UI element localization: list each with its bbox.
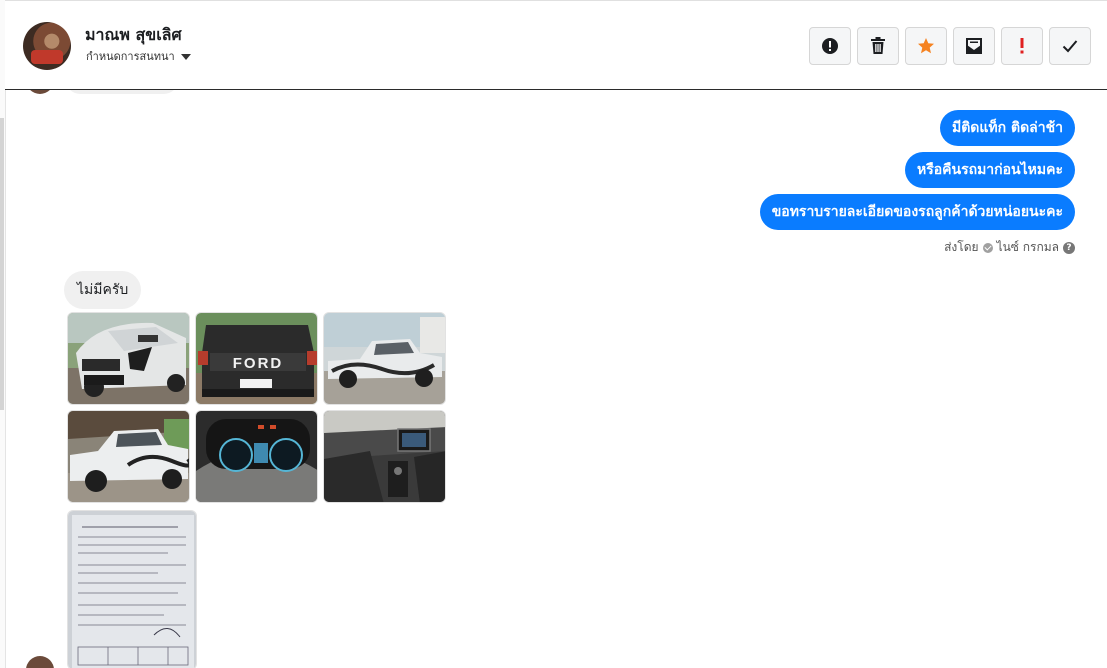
exclamation-icon bbox=[1020, 38, 1024, 54]
avatar[interactable] bbox=[23, 22, 71, 70]
plate-brand-text: FORD bbox=[233, 355, 284, 372]
sent-by-name: ไนซ์ กรกมล bbox=[996, 240, 1059, 254]
incoming-message-bubble bbox=[66, 90, 178, 94]
conversation-header: มาณพ สุขเลิศ กำหนดการสนทนา bbox=[5, 0, 1107, 90]
photo-document[interactable] bbox=[67, 510, 197, 668]
mark-spam-button[interactable] bbox=[809, 27, 851, 65]
photo-pickup-side[interactable] bbox=[323, 312, 446, 405]
message-thread[interactable]: มีติดแท็ก ติดล่าช้า หรือคืนรถมาก่อนไหมคะ… bbox=[0, 90, 1107, 668]
sent-by-label: ส่งโดย ไนซ์ กรกมล ? bbox=[944, 238, 1075, 257]
alert-circle-icon bbox=[822, 38, 838, 54]
delete-button[interactable] bbox=[857, 27, 899, 65]
assign-label: กำหนดการสนทนา bbox=[86, 50, 175, 63]
help-icon[interactable]: ? bbox=[1063, 241, 1075, 254]
envelope-icon bbox=[966, 38, 982, 54]
mark-unread-button[interactable] bbox=[953, 27, 995, 65]
contact-name[interactable]: มาณพ สุขเลิศ bbox=[85, 23, 182, 48]
photo-dashboard-gauges[interactable] bbox=[195, 410, 318, 503]
outgoing-message[interactable]: หรือคืนรถมาก่อนไหมคะ bbox=[904, 152, 1075, 188]
photo-interior-console[interactable] bbox=[323, 410, 446, 503]
caret-down-icon bbox=[180, 54, 191, 60]
verified-check-icon bbox=[982, 242, 993, 253]
photo-ford-tailgate[interactable]: FORD bbox=[195, 312, 318, 405]
sent-by-prefix: ส่งโดย bbox=[944, 240, 979, 254]
trash-icon bbox=[871, 37, 885, 54]
mark-done-button[interactable] bbox=[1049, 27, 1091, 65]
photo-pickup-side-shade[interactable] bbox=[67, 410, 190, 503]
outgoing-message[interactable]: มีติดแท็ก ติดล่าช้า bbox=[939, 110, 1075, 146]
star-icon bbox=[918, 38, 934, 54]
assign-conversation-dropdown[interactable]: กำหนดการสนทนา bbox=[86, 47, 191, 65]
avatar bbox=[26, 656, 54, 668]
follow-up-button[interactable] bbox=[1001, 27, 1043, 65]
star-button[interactable] bbox=[905, 27, 947, 65]
check-icon bbox=[1062, 40, 1078, 53]
outgoing-message[interactable]: ขอทราบรายละเอียดของรถลูกค้าด้วยหน่อยนะคะ bbox=[759, 194, 1075, 230]
incoming-message[interactable]: ไม่มีครับ bbox=[64, 271, 142, 309]
avatar bbox=[26, 90, 54, 94]
photo-white-pickup-front[interactable] bbox=[67, 312, 190, 405]
